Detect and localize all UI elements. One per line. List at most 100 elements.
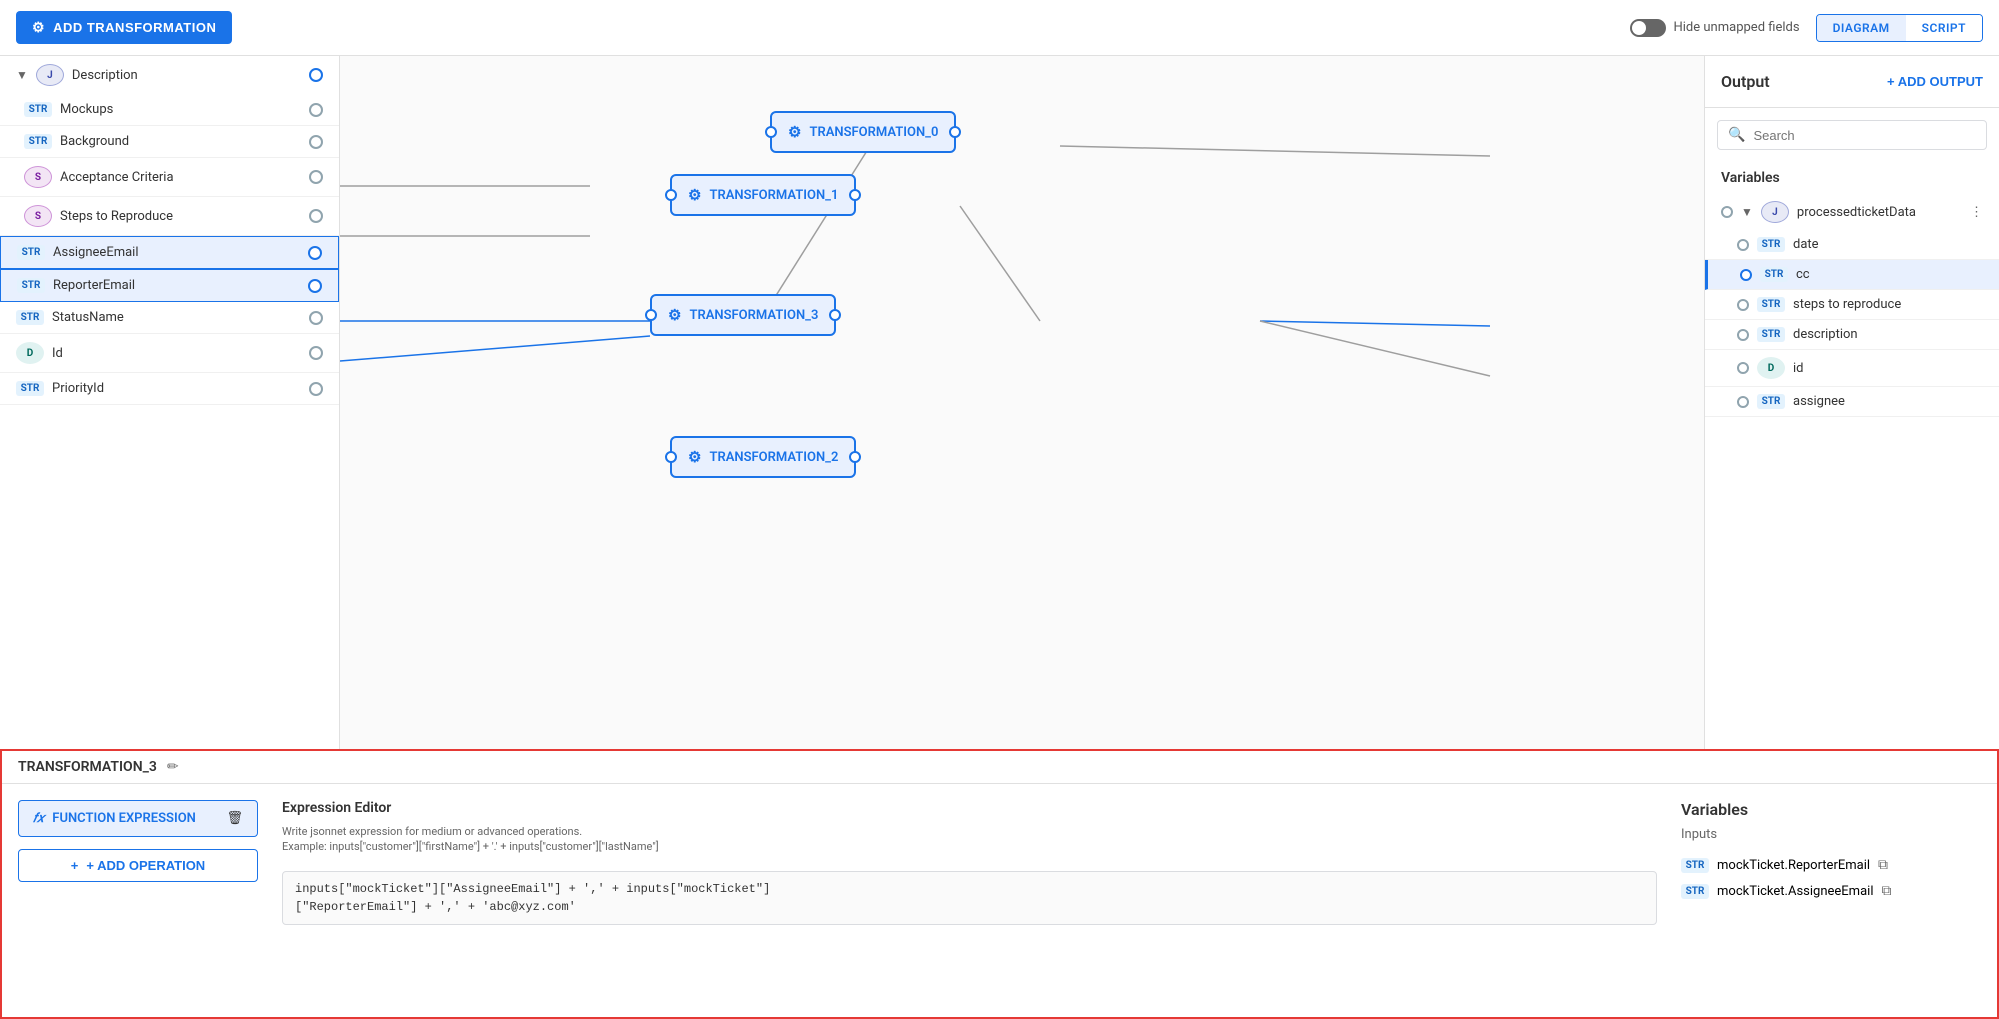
var-connector[interactable] xyxy=(1737,329,1749,341)
collapse-arrow-icon[interactable]: ▼ xyxy=(16,68,28,82)
field-reporter-email[interactable]: STR ReporterEmail xyxy=(0,269,339,302)
var-connector[interactable] xyxy=(1737,299,1749,311)
node-connector-left[interactable] xyxy=(765,126,777,138)
delete-icon[interactable]: 🗑 xyxy=(226,811,243,826)
bottom-panel: TRANSFORMATION_3 ✏ 𝑓𝑥 FUNCTION EXPRESSIO… xyxy=(0,749,1999,1019)
node-connector-right[interactable] xyxy=(849,189,861,201)
type-badge-str: STR xyxy=(1757,237,1785,252)
type-badge-s: S xyxy=(24,205,52,227)
type-badge-str: STR xyxy=(1757,327,1785,342)
hide-unmapped-toggle-area: Hide unmapped fields xyxy=(1630,19,1800,37)
plus-icon: + xyxy=(71,858,79,873)
bottom-var-assignee-email: STR mockTicket.AssigneeEmail ⧉ xyxy=(1681,878,1981,904)
hide-unmapped-toggle[interactable] xyxy=(1630,19,1666,37)
field-connector[interactable] xyxy=(309,103,323,117)
field-connector[interactable] xyxy=(309,170,323,184)
top-bar-right: Hide unmapped fields DIAGRAM SCRIPT xyxy=(1630,14,1984,42)
var-item-steps-to-reproduce[interactable]: STR steps to reproduce xyxy=(1705,290,1999,320)
type-badge-str: STR xyxy=(1681,884,1709,899)
field-priority-id[interactable]: STR PriorityId xyxy=(0,373,339,405)
type-badge-str: STR xyxy=(1757,394,1785,409)
field-connector[interactable] xyxy=(308,279,322,293)
add-transformation-button[interactable]: ⚙ ADD TRANSFORMATION xyxy=(16,11,232,44)
field-connector[interactable] xyxy=(309,346,323,360)
type-badge-str: STR xyxy=(17,278,45,293)
transformation-name: TRANSFORMATION_3 xyxy=(18,759,157,775)
var-connector[interactable] xyxy=(1737,362,1749,374)
field-background[interactable]: STR Background xyxy=(0,126,339,158)
node-transformation-0[interactable]: ⚙ TRANSFORMATION_0 xyxy=(770,111,956,153)
var-connector[interactable] xyxy=(1740,269,1752,281)
tab-diagram[interactable]: DIAGRAM xyxy=(1817,15,1906,41)
top-bar: ⚙ ADD TRANSFORMATION Hide unmapped field… xyxy=(0,0,1999,56)
node-transformation-2[interactable]: ⚙ TRANSFORMATION_2 xyxy=(670,436,856,478)
bottom-variables-title: Variables xyxy=(1681,800,1981,819)
view-tabs: DIAGRAM SCRIPT xyxy=(1816,14,1983,42)
node-connector-left[interactable] xyxy=(645,309,657,321)
copy-icon[interactable]: ⧉ xyxy=(1881,883,1891,899)
add-output-button[interactable]: + ADD OUTPUT xyxy=(1887,74,1983,89)
expression-code[interactable]: inputs["mockTicket"]["AssigneeEmail"] + … xyxy=(282,871,1657,925)
collapse-arrow-icon[interactable]: ▼ xyxy=(1741,205,1753,219)
field-connector[interactable] xyxy=(309,135,323,149)
type-badge-str: STR xyxy=(1681,858,1709,873)
type-badge-s: S xyxy=(24,166,52,188)
type-badge-d: D xyxy=(1757,357,1785,379)
function-expression-button[interactable]: 𝑓𝑥 FUNCTION EXPRESSION 🗑 xyxy=(18,800,258,837)
bottom-content: 𝑓𝑥 FUNCTION EXPRESSION 🗑 + + ADD OPERATI… xyxy=(2,784,1997,1017)
field-connector[interactable] xyxy=(309,209,323,223)
var-item-assignee[interactable]: STR assignee xyxy=(1705,387,1999,417)
field-connector[interactable] xyxy=(309,382,323,396)
node-connector-left[interactable] xyxy=(665,451,677,463)
variables-label: Variables xyxy=(1705,162,1999,194)
var-item-id[interactable]: D id xyxy=(1705,350,1999,387)
more-options-icon[interactable]: ⋮ xyxy=(1970,205,1983,220)
add-operation-button[interactable]: + + ADD OPERATION xyxy=(18,849,258,882)
node-connector-right[interactable] xyxy=(949,126,961,138)
search-icon: 🔍 xyxy=(1728,127,1745,143)
func-expr-label: 𝑓𝑥 FUNCTION EXPRESSION xyxy=(33,811,196,826)
bottom-panel-header: TRANSFORMATION_3 ✏ xyxy=(2,751,1997,784)
output-header: Output + ADD OUTPUT xyxy=(1705,56,1999,108)
node-transformation-1[interactable]: ⚙ TRANSFORMATION_1 xyxy=(670,174,856,216)
node-connector-right[interactable] xyxy=(849,451,861,463)
field-mockups[interactable]: STR Mockups xyxy=(0,94,339,126)
field-connector[interactable] xyxy=(308,246,322,260)
type-badge-str: STR xyxy=(1757,297,1785,312)
node-connector-left[interactable] xyxy=(665,189,677,201)
field-acceptance-criteria[interactable]: S Acceptance Criteria xyxy=(0,158,339,197)
field-connector[interactable] xyxy=(309,311,323,325)
type-badge-d: D xyxy=(16,342,44,364)
edit-icon[interactable]: ✏ xyxy=(167,759,179,775)
tab-script[interactable]: SCRIPT xyxy=(1906,15,1982,41)
field-id[interactable]: D Id xyxy=(0,334,339,373)
bottom-variables: Variables Inputs STR mockTicket.Reporter… xyxy=(1681,800,1981,1001)
copy-icon[interactable]: ⧉ xyxy=(1878,857,1888,873)
var-connector[interactable] xyxy=(1737,396,1749,408)
field-status-name[interactable]: STR StatusName xyxy=(0,302,339,334)
search-input[interactable] xyxy=(1753,128,1976,143)
bottom-variables-subtitle: Inputs xyxy=(1681,827,1981,842)
var-item-cc[interactable]: STR cc xyxy=(1705,260,1999,290)
type-badge-j: J xyxy=(1761,201,1789,223)
var-group-header[interactable]: ▼ J processedticketData ⋮ xyxy=(1705,194,1999,230)
type-badge-str: STR xyxy=(16,381,44,396)
type-badge-j: J xyxy=(36,64,64,86)
editor-title: Expression Editor xyxy=(282,800,1657,816)
type-badge-str: STR xyxy=(24,102,52,117)
var-connector[interactable] xyxy=(1721,206,1733,218)
field-description-header[interactable]: ▼ J Description xyxy=(0,56,339,94)
gear-icon: ⚙ xyxy=(32,19,45,36)
node-connector-right[interactable] xyxy=(829,309,841,321)
output-title: Output xyxy=(1721,72,1770,91)
field-connector[interactable] xyxy=(309,68,323,82)
var-connector[interactable] xyxy=(1737,239,1749,251)
var-item-date[interactable]: STR date xyxy=(1705,230,1999,260)
type-badge-str: STR xyxy=(17,245,45,260)
type-badge-str: STR xyxy=(16,310,44,325)
bottom-var-reporter-email: STR mockTicket.ReporterEmail ⧉ xyxy=(1681,852,1981,878)
field-steps-to-reproduce[interactable]: S Steps to Reproduce xyxy=(0,197,339,236)
node-transformation-3[interactable]: ⚙ TRANSFORMATION_3 xyxy=(650,294,836,336)
var-item-description[interactable]: STR description xyxy=(1705,320,1999,350)
field-assignee-email[interactable]: STR AssigneeEmail xyxy=(0,236,339,269)
